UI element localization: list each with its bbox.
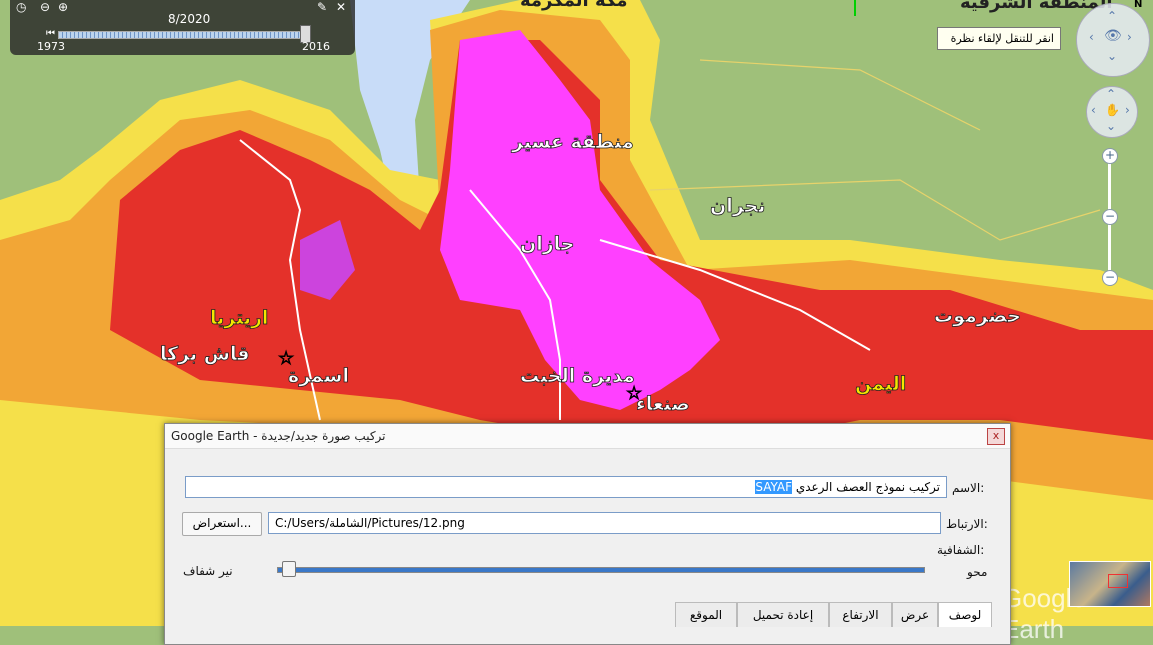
browse-button[interactable]: استعراض... [182,512,262,536]
hand-icon: ✋ [1105,103,1120,117]
dialog-close-button[interactable]: x [987,428,1005,445]
up-arrow-icon[interactable]: ⌃ [1106,87,1116,101]
map-label-sanaa: صنعاء [636,393,690,415]
map-label-eritrea: اريتريا [210,307,268,329]
current-date: 8/2020 [168,12,211,26]
zoom-thumb[interactable]: − [1102,209,1118,225]
map-label-asir: منطقة عسير [511,131,634,153]
time-slider-panel: ◷ ⊖ ⊕ ✎ ✕ 8/2020 ⏮ 1973 2016 [10,0,355,55]
zoom-in-time-icon[interactable]: ⊕ [58,0,68,14]
link-input[interactable]: C:/Users/الشاملة/Pictures/12.png [268,512,941,534]
name-label: الاسم: [952,481,985,495]
move-control[interactable]: ⌃ ⌄ ‹ › ✋ [1086,86,1138,138]
overview-map[interactable] [1069,561,1151,607]
opacity-slider[interactable] [277,567,925,573]
opaque-label: نير شفاف [183,564,233,578]
tooltip: انقر للتنقل لإلقاء نظرة [937,27,1061,50]
map-label-yemen: اليمن [855,373,906,395]
zoom-out-button[interactable]: − [1102,270,1118,286]
dialog-title: Google Earth - تركيب صورة جديد/جديدة [171,429,386,443]
map-label-jazan: جازان [520,233,575,255]
tab-location[interactable]: الموقع [675,602,737,627]
opacity-label: الشفافية: [937,543,985,557]
right-arrow-icon[interactable]: › [1127,30,1132,44]
dialog-titlebar[interactable]: Google Earth - تركيب صورة جديد/جديدة x [165,424,1010,449]
zoom-in-button[interactable]: + [1102,148,1118,164]
step-back-icon[interactable]: ⏮ [46,28,55,39]
clock-icon[interactable]: ◷ [16,0,26,14]
clear-label: محو [967,565,988,579]
wrench-icon[interactable]: ✎ [317,0,327,14]
start-year: 1973 [37,40,65,53]
time-track[interactable] [58,31,310,39]
zoom-out-time-icon[interactable]: ⊖ [40,0,50,14]
north-indicator[interactable]: N [1134,0,1142,10]
name-value: تركيب نموذج العصف الرعدي [795,480,940,494]
up-arrow-icon[interactable]: ⌃ [1107,9,1117,23]
map-label-khabt: مديرة الخبت [520,365,635,387]
right-arrow-icon[interactable]: › [1125,103,1130,117]
overview-viewport [1108,574,1128,588]
end-year: 2016 [302,40,330,53]
close-icon[interactable]: ✕ [336,0,346,14]
tab-refresh[interactable]: إعادة تحميل [737,602,829,627]
down-arrow-icon[interactable]: ⌄ [1106,119,1116,133]
tab-view[interactable]: عرض [892,602,938,627]
link-label: الارتباط: [946,517,988,531]
map-label-najran: نجران [710,195,765,217]
name-input[interactable]: تركيب نموذج العصف الرعدي SAYAF [185,476,947,498]
map-label-hadramaut: حضرموت [934,305,1021,327]
map-label-gash-barka: قاش بركا [160,343,250,365]
eye-icon: 👁 [1104,28,1122,44]
tab-description[interactable]: لوصف [938,602,992,627]
left-arrow-icon[interactable]: ‹ [1091,103,1096,117]
down-arrow-icon[interactable]: ⌄ [1107,49,1117,63]
map-label-makkah: مكة المكرمة [520,0,628,11]
name-selection: SAYAF [755,480,792,494]
map-label-asmara: اسمرة [288,365,349,387]
left-arrow-icon[interactable]: ‹ [1089,30,1094,44]
opacity-slider-thumb[interactable] [282,561,296,577]
look-control[interactable]: ⌃ ⌄ ‹ › 👁 [1076,3,1150,77]
tab-altitude[interactable]: الارتفاع [829,602,892,627]
